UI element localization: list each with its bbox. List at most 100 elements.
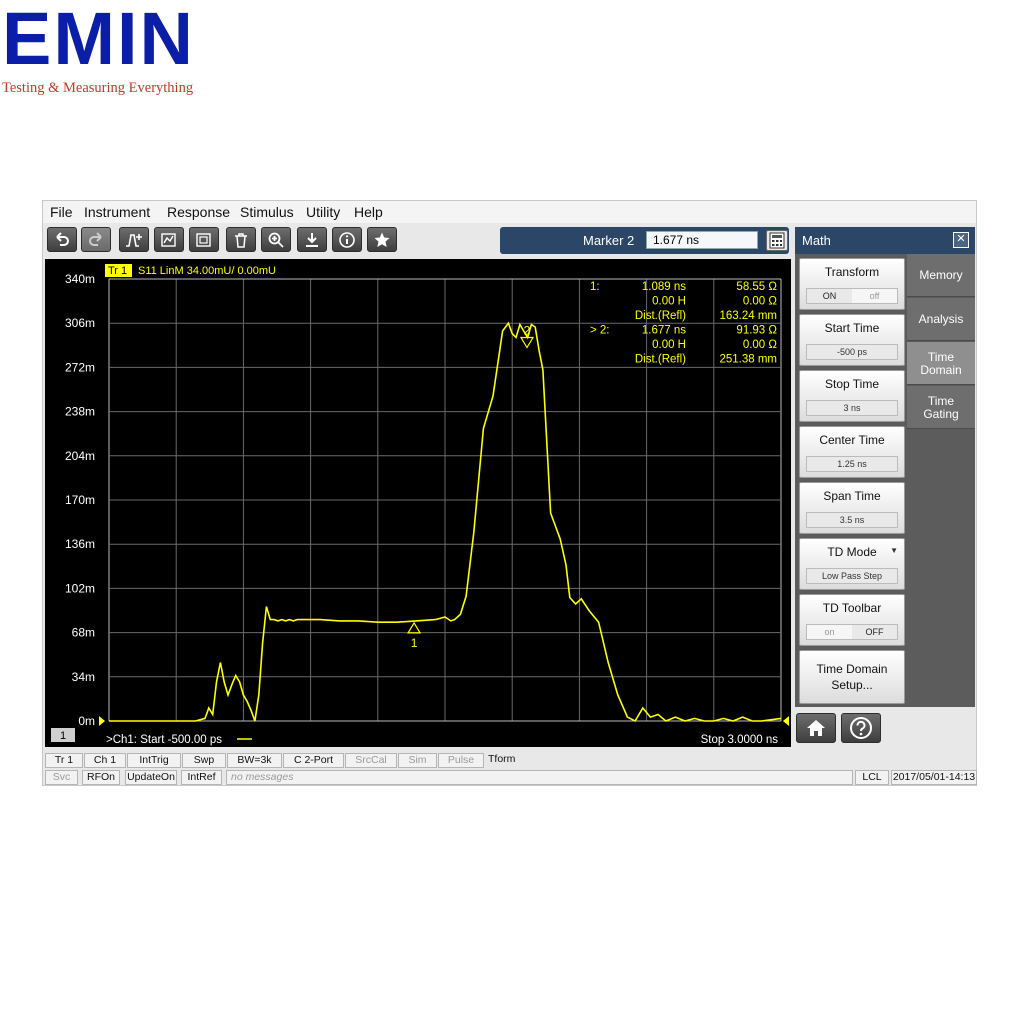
readout-id: > 2:: [590, 325, 610, 337]
menu-instrument[interactable]: Instrument: [84, 204, 150, 220]
center-time-value[interactable]: 1.25 ns: [806, 456, 898, 472]
tab-label: Time Gating: [923, 394, 959, 421]
undo-icon: [56, 231, 69, 246]
reference-level-marker: [783, 716, 789, 726]
status-transform: Tform: [488, 753, 516, 765]
status-update[interactable]: UpdateOn: [125, 770, 177, 785]
close-icon[interactable]: ✕: [953, 232, 969, 248]
status-srccal[interactable]: SrcCal: [345, 753, 397, 768]
transform-softkey[interactable]: Transform ON off: [799, 258, 905, 310]
span-time-softkey[interactable]: Span Time 3.5 ns: [799, 482, 905, 534]
calculator-button[interactable]: [766, 230, 788, 251]
home-button[interactable]: [796, 713, 836, 743]
redo-button[interactable]: [81, 227, 111, 252]
y-tick-label: 306m: [65, 316, 95, 330]
dropdown-arrow-icon: ▼: [890, 546, 898, 555]
toggle-on: on: [807, 625, 852, 639]
readout-result: 251.38 mm: [719, 354, 777, 366]
y-tick-label: 204m: [65, 449, 95, 463]
trace-add-button[interactable]: [154, 227, 184, 252]
start-time-value[interactable]: -500 ps: [806, 344, 898, 360]
help-button[interactable]: [841, 713, 881, 743]
readout-value: 1.677 ns: [642, 325, 686, 337]
center-time-softkey[interactable]: Center Time 1.25 ns: [799, 426, 905, 478]
info-button[interactable]: [332, 227, 362, 252]
status-bandwidth[interactable]: BW=3k: [227, 753, 282, 768]
tab-memory[interactable]: Memory: [907, 254, 975, 297]
zoom-button[interactable]: [261, 227, 291, 252]
calculator-icon: [769, 232, 785, 249]
td-toolbar-toggle[interactable]: on OFF: [806, 624, 898, 640]
menu-file[interactable]: File: [50, 204, 73, 220]
span-time-value[interactable]: 3.5 ns: [806, 512, 898, 528]
start-time-softkey[interactable]: Start Time -500 ps: [799, 314, 905, 366]
redo-icon: [89, 231, 102, 246]
vna-window: File Instrument Response Stimulus Utilit…: [42, 200, 977, 786]
menu-bar: File Instrument Response Stimulus Utilit…: [43, 201, 976, 223]
y-tick-label: 68m: [72, 626, 95, 640]
status-sweep[interactable]: Swp: [182, 753, 226, 768]
status-local[interactable]: LCL: [855, 770, 889, 785]
y-tick-label: 238m: [65, 405, 95, 419]
readout-value: 1.089 ns: [642, 281, 686, 293]
menu-response[interactable]: Response: [167, 204, 230, 220]
softkey-label: TD Mode: [827, 545, 877, 559]
status-bar-bottom: Svc RFOn UpdateOn IntRef no messages LCL…: [43, 769, 977, 786]
readout-value: Dist.(Refl): [635, 310, 686, 322]
emin-logo: EMIN Testing & Measuring Everything: [0, 0, 220, 110]
tab-time-gating[interactable]: Time Gating: [907, 386, 975, 429]
readout-result: 58.55 Ω: [736, 281, 777, 293]
menu-utility[interactable]: Utility: [306, 204, 340, 220]
logo-text: EMIN: [2, 0, 195, 80]
trace-add-icon: [161, 232, 176, 247]
td-mode-value[interactable]: Low Pass Step: [806, 568, 898, 584]
time-domain-setup-softkey[interactable]: Time Domain Setup...: [799, 650, 905, 704]
status-reference[interactable]: IntRef: [181, 770, 222, 785]
tab-analysis[interactable]: Analysis: [907, 298, 975, 341]
save-button[interactable]: [297, 227, 327, 252]
status-trigger[interactable]: IntTrig: [127, 753, 181, 768]
menu-stimulus[interactable]: Stimulus: [240, 204, 294, 220]
marker-2-symbol[interactable]: [519, 336, 535, 349]
logo-tagline: Testing & Measuring Everything: [2, 80, 194, 96]
status-pulse[interactable]: Pulse: [438, 753, 484, 768]
marker-1-symbol[interactable]: [407, 621, 422, 634]
td-toolbar-softkey[interactable]: TD Toolbar on OFF: [799, 594, 905, 646]
status-service[interactable]: Svc: [45, 770, 78, 785]
status-trace[interactable]: Tr 1: [45, 753, 83, 768]
tab-time-domain[interactable]: Time Domain: [907, 342, 975, 385]
favorite-button[interactable]: [367, 227, 397, 252]
marker-add-button[interactable]: [119, 227, 149, 252]
readout-result: 0.00 Ω: [743, 339, 778, 351]
stop-time-softkey[interactable]: Stop Time 3 ns: [799, 370, 905, 422]
measurement-plot[interactable]: Tr 1 S11 LinM 34.00mU/ 0.00mU 340m 306m 27…: [45, 259, 791, 747]
stop-time-value[interactable]: 3 ns: [806, 400, 898, 416]
y-tick-label: 102m: [65, 581, 95, 595]
marker-symbols[interactable]: 12: [407, 324, 535, 650]
delete-button[interactable]: [226, 227, 256, 252]
td-mode-softkey[interactable]: TD Mode ▼ Low Pass Step: [799, 538, 905, 590]
save-icon: [306, 232, 318, 247]
undo-button[interactable]: [47, 227, 77, 252]
status-rf[interactable]: RFOn: [82, 770, 120, 785]
toggle-off: OFF: [852, 625, 897, 639]
transform-toggle[interactable]: ON off: [806, 288, 898, 304]
readout-id: 1:: [590, 281, 600, 293]
softkey-label: Time Domain Setup...: [816, 662, 888, 692]
status-sim[interactable]: Sim: [398, 753, 437, 768]
status-channel[interactable]: Ch 1: [84, 753, 126, 768]
delete-icon: [235, 232, 247, 248]
readout-value: Dist.(Refl): [635, 354, 686, 366]
status-bar-top: Tr 1 Ch 1 IntTrig Swp BW=3k C 2-Port Src…: [43, 752, 976, 769]
zoom-icon: [268, 232, 284, 248]
math-panel-titlebar: Math ✕: [795, 227, 975, 254]
status-calibration[interactable]: C 2-Port: [283, 753, 344, 768]
trace-tag: Tr 1: [108, 265, 127, 277]
y-tick-label: 272m: [65, 360, 95, 374]
marker-value-input[interactable]: [646, 231, 758, 249]
y-tick-label: 170m: [65, 493, 95, 507]
window-add-button[interactable]: [189, 227, 219, 252]
softkey-label: Stop Time: [824, 377, 880, 391]
menu-help[interactable]: Help: [354, 204, 383, 220]
y-axis-ticks: 340m 306m 272m 238m 204m 170m 136m 102m 68m 34m 0m: [65, 272, 95, 728]
